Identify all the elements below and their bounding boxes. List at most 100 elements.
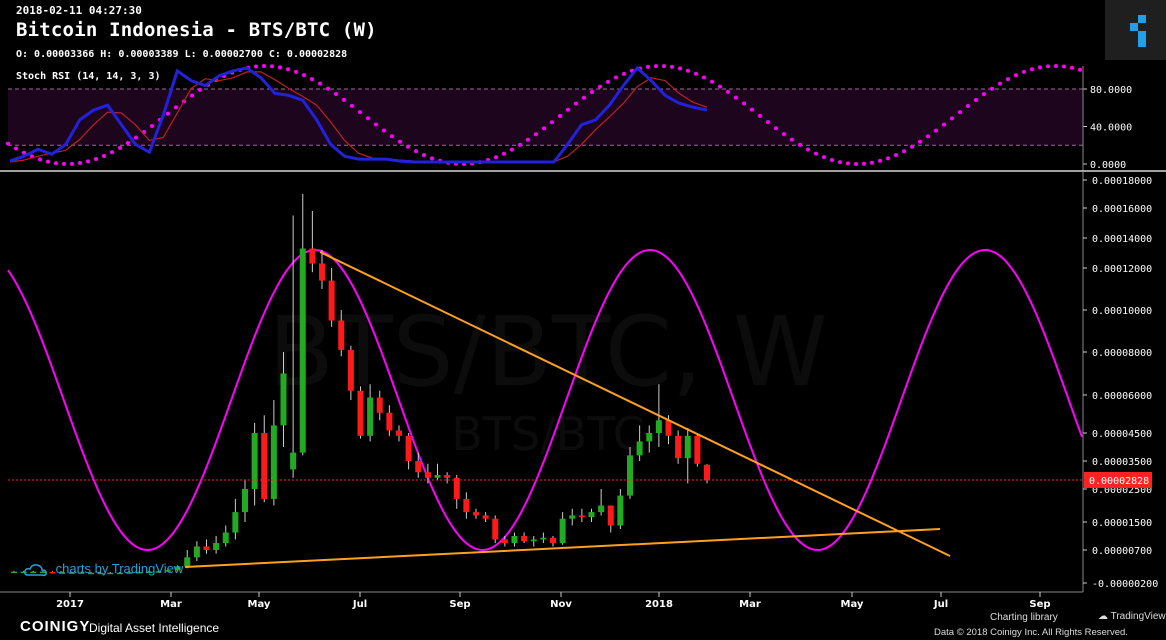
stoch-sine-dot (678, 66, 682, 71)
stoch-tick-label: 80.0000 (1090, 85, 1132, 96)
stoch-sine-dot (726, 89, 730, 94)
candle-body (415, 461, 422, 473)
time-tick-label: Jul (933, 599, 948, 610)
coinigy-brand[interactable]: COINIGY (20, 618, 90, 635)
tradingview-watermark[interactable]: charts by TradingView (24, 561, 183, 577)
stoch-sine-dot (1054, 64, 1058, 69)
stoch-sine-dot (398, 139, 402, 144)
stoch-sine-dot (590, 90, 594, 95)
stoch-sine-dot (542, 126, 546, 131)
stoch-sine-dot (846, 161, 850, 166)
stoch-sine-dot (750, 107, 754, 112)
price-tick-label: 0.00001500 (1092, 518, 1152, 529)
stoch-sine-dot (862, 161, 866, 166)
time-tick-label: 2018 (645, 599, 673, 610)
stoch-sine-dot (102, 153, 106, 158)
stoch-sine-dot (798, 142, 802, 147)
stoch-sine-dot (1014, 73, 1018, 78)
stoch-sine-dot (622, 71, 626, 76)
candle-body (646, 433, 653, 442)
stoch-sine-dot (286, 67, 290, 72)
stoch-sine-dot (566, 107, 570, 112)
tradingview-watermark-text: charts by TradingView (55, 561, 184, 576)
stoch-sine-dot (1046, 64, 1050, 69)
stoch-sine-dot (254, 64, 258, 69)
stoch-sine-dot (262, 64, 266, 69)
stoch-sine-dot (278, 65, 282, 70)
candle-body (665, 420, 672, 436)
price-tick-label: 0.00003500 (1092, 457, 1152, 468)
stoch-sine-dot (550, 120, 554, 125)
stoch-sine-dot (654, 64, 658, 69)
stoch-sine-dot (974, 97, 978, 102)
stoch-sine-dot (198, 87, 202, 92)
candle-body (444, 475, 451, 478)
stoch-sine-dot (430, 156, 434, 161)
stoch-sine-dot (382, 128, 386, 133)
candle-body (501, 539, 508, 543)
candle-body (405, 435, 412, 461)
footer: COINIGY Digital Asset Intelligence Chart… (0, 611, 1166, 640)
stoch-sine-dot (518, 142, 522, 147)
stoch-sine-dot (502, 151, 506, 156)
stoch-sine-dot (742, 101, 746, 106)
stoch-sine-dot (1030, 67, 1034, 72)
stoch-sine-dot (558, 114, 562, 119)
stoch-sine-dot (774, 126, 778, 131)
stoch-sine-dot (1006, 77, 1010, 82)
candle-body (463, 498, 470, 513)
stoch-sine-dot (822, 155, 826, 160)
time-tick-label: May (248, 599, 271, 610)
candle-body (376, 397, 383, 413)
chart-canvas[interactable]: BTS/BTC, WBTS/BTC 0.000040.000080.0000 -… (0, 0, 1166, 640)
stoch-sine-dot (294, 69, 298, 74)
candle-body (655, 420, 662, 433)
charting-library-label: Charting library (990, 612, 1058, 623)
price-tick-label: 0.00016000 (1092, 204, 1152, 215)
stoch-sine-dot (526, 137, 530, 142)
stoch-sine-dot (918, 139, 922, 144)
candle-body (559, 518, 566, 543)
stoch-sine-dot (598, 84, 602, 89)
stoch-sine-dot (358, 110, 362, 115)
stoch-sine-dot (494, 155, 498, 160)
candle-body (193, 546, 200, 558)
candle-body (309, 248, 316, 264)
stoch-sine-dot (126, 140, 130, 145)
candle-body (386, 412, 393, 431)
stoch-sine-dot (118, 145, 122, 150)
last-price-label: 0.00002828 (1089, 476, 1149, 487)
candle-body (530, 539, 537, 542)
candle-body (222, 532, 229, 543)
stoch-sine-dot (1062, 64, 1066, 69)
stoch-sine-dot (422, 153, 426, 158)
candle-body (338, 320, 345, 350)
stoch-sine-dot (894, 153, 898, 158)
candle-body (232, 512, 239, 533)
stoch-sine-dot (406, 144, 410, 149)
candle-body (636, 441, 643, 456)
stoch-sine-dot (854, 161, 858, 166)
stoch-tick-label: 40.0000 (1090, 123, 1132, 134)
time-tick-label: 2017 (56, 599, 84, 610)
tradingview-footer-link[interactable]: ☁ TradingView (1098, 611, 1166, 622)
stoch-sine-dot (902, 149, 906, 154)
candle-body (434, 475, 441, 478)
candle-body (598, 505, 605, 513)
stoch-sine-dot (806, 147, 810, 152)
stoch-sine-dot (982, 92, 986, 97)
stoch-sine-dot (110, 150, 114, 155)
price-tick-label: 0.00018000 (1092, 176, 1152, 187)
stoch-sine-dot (886, 156, 890, 161)
stoch-sine-dot (910, 144, 914, 149)
stoch-sine-dot (574, 101, 578, 106)
stoch-sine-dot (374, 122, 378, 127)
candle-body (299, 248, 306, 453)
stoch-sine-dot (14, 146, 18, 151)
stoch-sine-dot (342, 97, 346, 102)
tradingview-footer-text: TradingView (1110, 611, 1166, 622)
stoch-sine-dot (926, 134, 930, 139)
stoch-sine-dot (966, 103, 970, 108)
candle-body (550, 537, 556, 543)
candle-body (261, 433, 268, 499)
